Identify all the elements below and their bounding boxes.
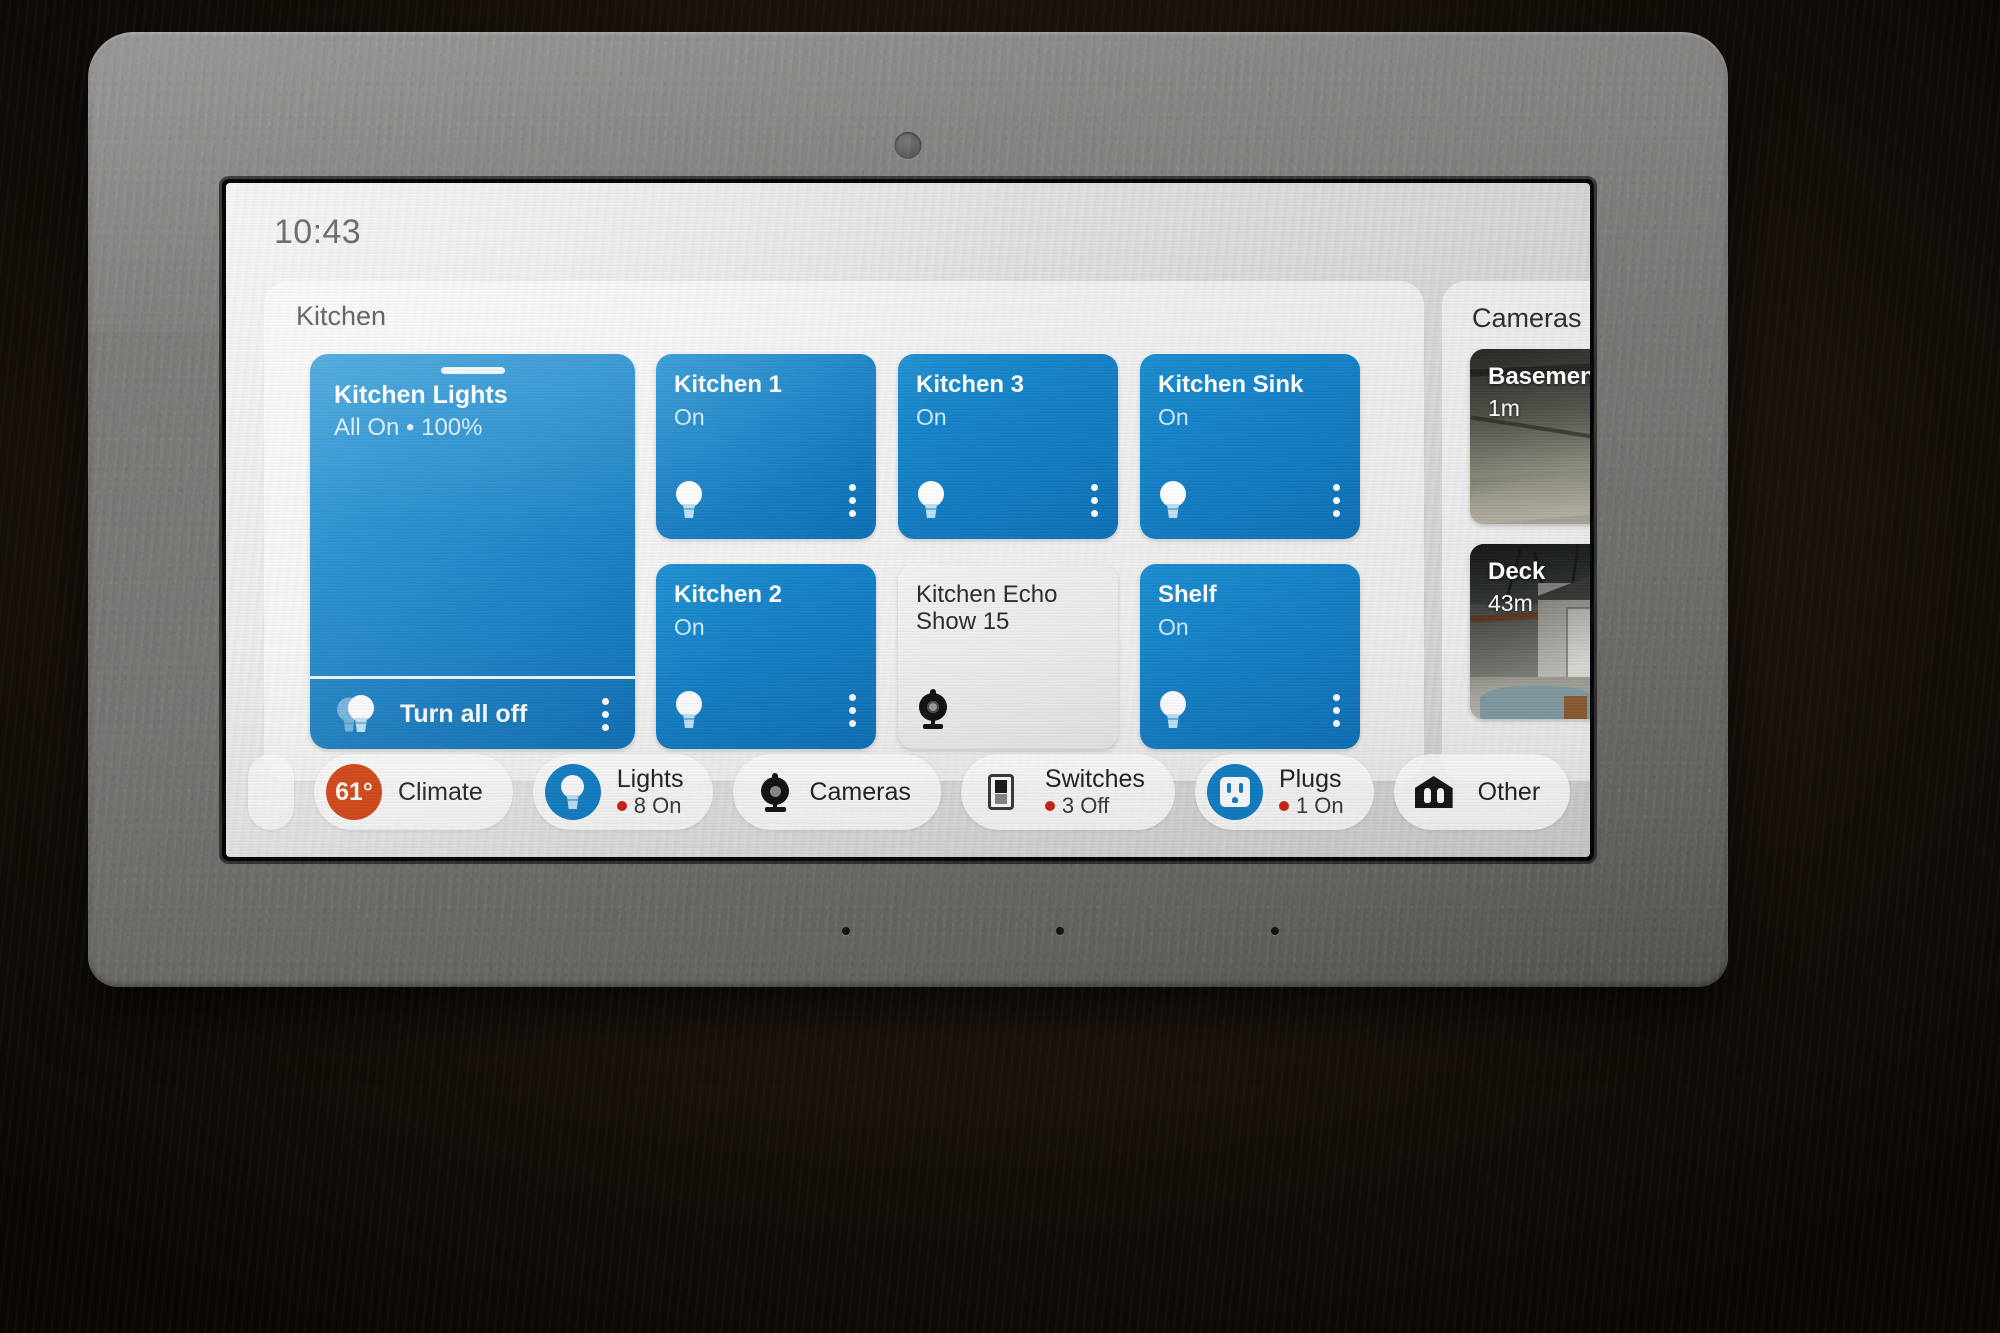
device-tile-name: Kitchen 1 (674, 371, 783, 398)
chip-status-text: 1 On (1295, 793, 1344, 819)
device-tile-name: Kitchen 3 (916, 371, 1025, 398)
device-tile-state: On (1158, 404, 1189, 430)
overflow-menu-icon[interactable] (1333, 484, 1340, 517)
device-tile-kitchen-sink[interactable]: Kitchen Sink On (1140, 354, 1360, 539)
overflow-menu-icon[interactable] (849, 484, 856, 517)
device-tile-shelf[interactable]: Shelf On (1140, 564, 1360, 749)
echo-show-device: 10:43 Kitchen Kitchen Lights All On • 10… (88, 32, 1728, 987)
chip-plugs[interactable]: Plugs 1 On (1194, 754, 1374, 830)
chip-status: 1 On (1278, 793, 1344, 819)
device-tile-state: On (674, 404, 705, 430)
climate-temperature: 61° (335, 777, 373, 806)
device-tile-kitchen-3[interactable]: Kitchen 3 On (898, 354, 1118, 539)
device-tile-kitchen-1[interactable]: Kitchen 1 On (656, 354, 876, 539)
status-dot (616, 800, 627, 811)
turn-all-off-row[interactable]: Turn all off (310, 679, 635, 749)
device-tile-name: Shelf (1158, 581, 1217, 608)
camera-icon (759, 773, 793, 812)
mic-hole (1271, 927, 1279, 935)
front-camera-lens-icon (894, 132, 922, 159)
status-dot (1044, 800, 1055, 811)
device-tile-name: Kitchen Echo Show 15 (916, 581, 1058, 635)
chip-status-text: 3 Off (1061, 793, 1110, 819)
kitchen-lights-card[interactable]: Kitchen Lights All On • 100% Turn all of… (310, 354, 635, 749)
brightness-slider-handle[interactable] (440, 367, 505, 374)
screen-bezel: 10:43 Kitchen Kitchen Lights All On • 10… (222, 179, 1594, 861)
camera-name: Basement (1488, 363, 1590, 390)
chip-previous-partial[interactable] (248, 754, 294, 830)
home-devices-icon (1406, 764, 1462, 820)
power-outlet-icon (1206, 764, 1263, 820)
lightbulb-icon (1158, 481, 1188, 519)
kitchen-group-panel: Kitchen Kitchen Lights All On • 100% Tur… (264, 281, 1424, 781)
camera-last-seen: 1m (1488, 395, 1520, 421)
device-tile-state: On (916, 404, 947, 430)
chip-other[interactable]: Other (1393, 754, 1571, 830)
chip-cameras[interactable]: Cameras (733, 754, 941, 830)
device-tile-kitchen-echo-show-15[interactable]: Kitchen Echo Show 15 (898, 564, 1118, 749)
chip-climate[interactable]: 61° Climate (314, 754, 513, 830)
photo-scene: 10:43 Kitchen Kitchen Lights All On • 10… (0, 0, 2000, 1333)
lightbulb-icon (674, 691, 704, 729)
camera-name: Deck (1488, 558, 1546, 585)
chip-label: Switches (1044, 765, 1145, 794)
status-dot (1278, 800, 1289, 811)
turn-all-off-label: Turn all off (400, 699, 528, 728)
cameras-group-panel: Cameras Basemen 1m Deck 43m (1442, 281, 1590, 781)
chip-label: Lights (616, 765, 684, 794)
chip-lights[interactable]: Lights 8 On (532, 754, 714, 830)
lightbulb-icon (674, 481, 704, 519)
chip-label: Cameras (809, 778, 911, 806)
chip-status-text: 8 On (633, 793, 682, 819)
lightbulb-icon (544, 764, 601, 820)
overflow-menu-icon[interactable] (1091, 484, 1098, 517)
display-screen: 10:43 Kitchen Kitchen Lights All On • 10… (226, 183, 1590, 857)
chip-label: Plugs (1278, 765, 1342, 794)
smart-home-dashboard: 10:43 Kitchen Kitchen Lights All On • 10… (226, 183, 1590, 857)
kitchen-lights-state: All On • 100% (334, 414, 483, 441)
cameras-group-title: Cameras (1472, 303, 1582, 333)
mic-hole (1056, 927, 1064, 935)
chip-status: 3 Off (1044, 793, 1145, 819)
device-tile-kitchen-2[interactable]: Kitchen 2 On (656, 564, 876, 749)
overflow-menu-icon[interactable] (602, 697, 609, 731)
chip-status: 8 On (616, 793, 684, 819)
echo-show-camera-icon (916, 689, 950, 729)
status-bar-clock: 10:43 (274, 213, 362, 251)
device-tile-name: Kitchen Sink (1158, 371, 1304, 398)
device-tile-state: On (1158, 614, 1189, 640)
chip-label: Climate (398, 778, 483, 806)
kitchen-lights-name: Kitchen Lights (334, 381, 508, 409)
device-tile-name: Kitchen 2 (674, 581, 783, 608)
device-tile-state: On (674, 614, 705, 640)
double-lightbulb-icon (334, 694, 378, 734)
kitchen-group-title: Kitchen (296, 301, 387, 331)
lightbulb-icon (916, 481, 946, 519)
overflow-menu-icon[interactable] (849, 694, 856, 727)
camera-last-seen: 43m (1488, 590, 1533, 616)
camera-feed-deck[interactable]: Deck 43m (1470, 544, 1590, 719)
chip-switches[interactable]: Switches 3 Off (960, 754, 1175, 830)
thermometer-badge-icon: 61° (326, 764, 382, 820)
light-switch-icon (973, 764, 1029, 820)
camera-feed-basement[interactable]: Basement 1m (1470, 349, 1590, 524)
lightbulb-icon (1158, 691, 1188, 729)
overflow-menu-icon[interactable] (1333, 694, 1340, 727)
chip-label: Other (1477, 778, 1541, 806)
category-chip-bar: 61° Climate Lights 8 On Cameras Switches… (226, 753, 1590, 831)
mic-hole (842, 927, 850, 935)
